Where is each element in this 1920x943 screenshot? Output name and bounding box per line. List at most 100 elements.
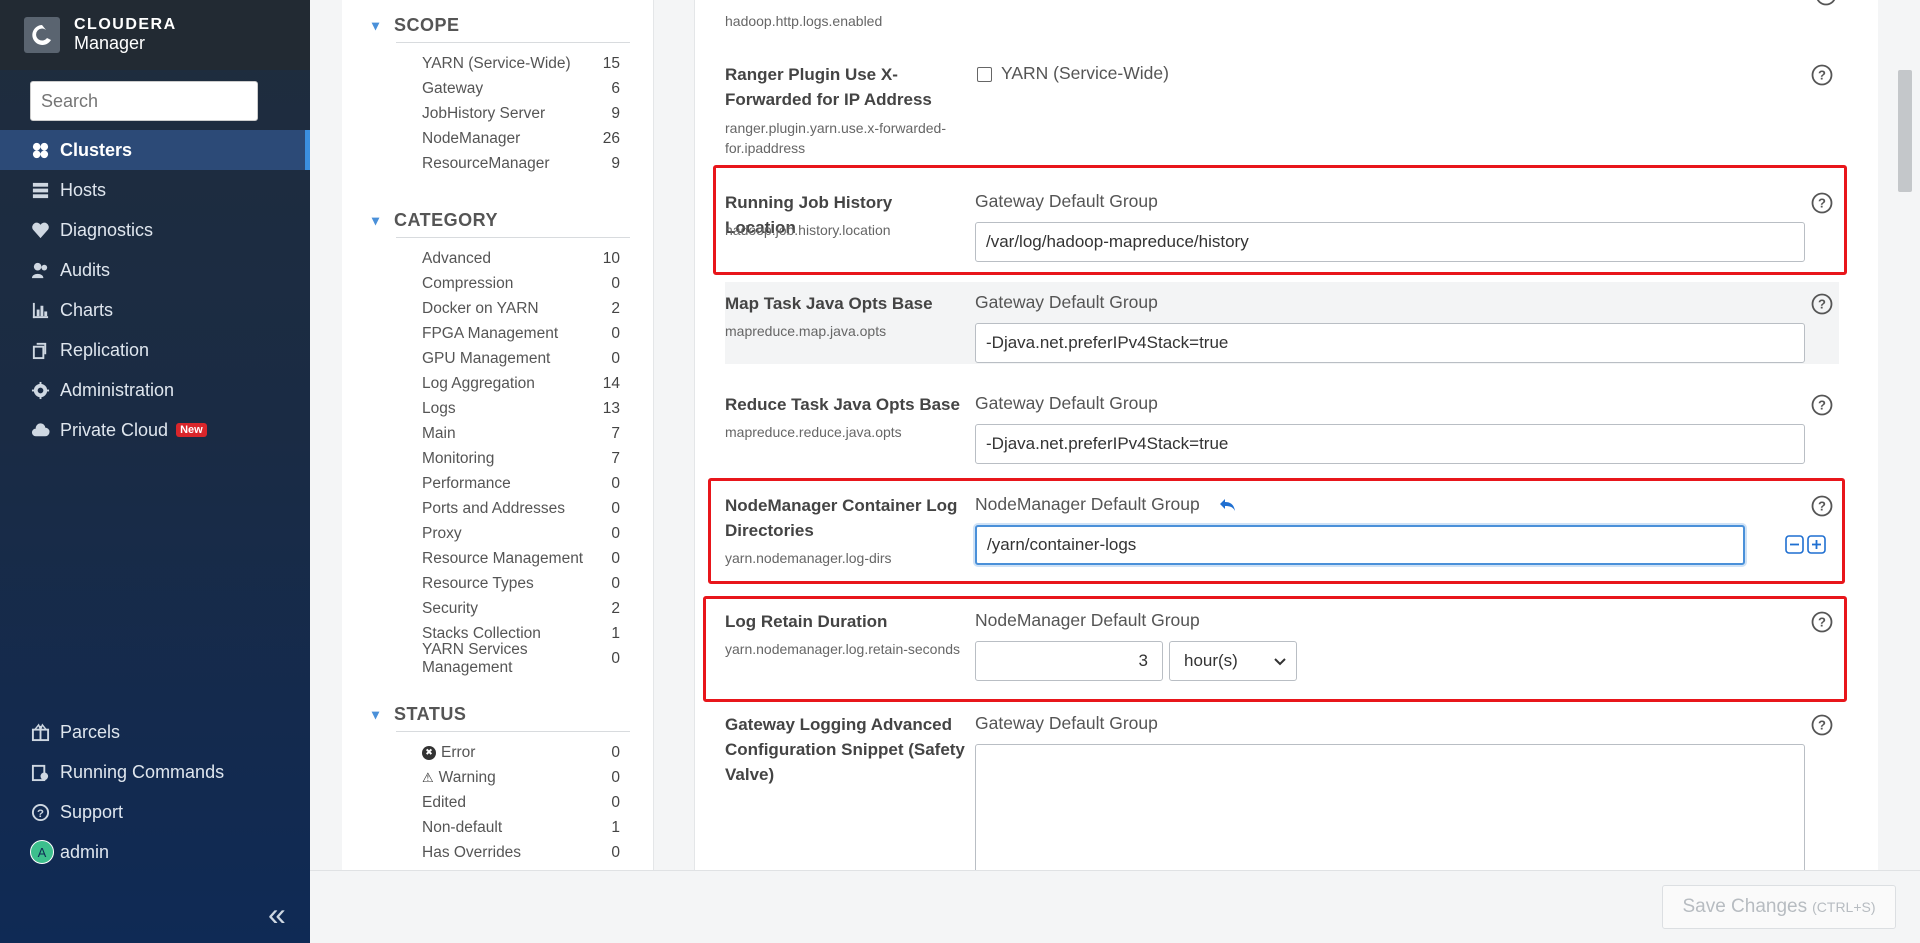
scope-filter-row[interactable]: YARN (Service-Wide) 15 (342, 51, 653, 76)
ranger-xff-checkbox[interactable] (977, 67, 992, 82)
category-filter-row[interactable]: Compression 0 (342, 271, 653, 296)
help-icon[interactable]: ? (1811, 192, 1833, 214)
filter-label-wrap: Resource Management (422, 550, 583, 568)
scope-filter-row[interactable]: ResourceManager 9 (342, 151, 653, 176)
category-filter-row[interactable]: Log Aggregation 14 (342, 371, 653, 396)
scope-filter-row[interactable]: JobHistory Server 9 (342, 101, 653, 126)
config-key: yarn.nodemanager.log.retain-seconds (725, 641, 961, 657)
scrollbar-thumb[interactable] (1898, 70, 1912, 192)
filter-count: 7 (611, 424, 620, 442)
remove-value-icon[interactable] (1785, 535, 1804, 554)
collapse-sidebar-icon[interactable]: « (268, 898, 286, 930)
category-filter-row[interactable]: Ports and Addresses 0 (342, 496, 653, 521)
help-icon[interactable] (1815, 0, 1837, 6)
category-filter-row[interactable]: FPGA Management 0 (342, 321, 653, 346)
search-input[interactable] (30, 81, 258, 121)
nav-label: Clusters (60, 139, 133, 160)
filter-label: Compression (422, 274, 514, 292)
filter-label-wrap: Non-default (422, 819, 502, 837)
category-filter-row[interactable]: Main 7 (342, 421, 653, 446)
help-icon[interactable]: ? (1811, 714, 1833, 736)
help-icon[interactable]: ? (1811, 394, 1833, 416)
status-filter-header[interactable]: ▾ STATUS (342, 701, 653, 727)
category-filter-row[interactable]: YARN Services Management 0 (342, 641, 653, 676)
add-value-icon[interactable] (1807, 535, 1826, 554)
nav-label: Private Cloud (60, 419, 169, 440)
svg-text:?: ? (1818, 615, 1826, 630)
replication-icon (30, 340, 50, 360)
nav-label: Hosts (60, 179, 107, 200)
config-scope: Gateway Default Group (975, 393, 1158, 413)
nav-item-parcels[interactable]: Parcels (0, 712, 310, 752)
scope-filter-row[interactable]: Gateway 6 (342, 76, 653, 101)
status-filter-row[interactable]: ✖ Error 0 (342, 740, 653, 765)
brand[interactable]: CLOUDERA Manager (0, 0, 310, 70)
nav-item-diagnostics[interactable]: Diagnostics (0, 210, 310, 250)
error-icon: ✖ (422, 745, 436, 760)
filter-label: Gateway (422, 79, 484, 97)
nav-item-replication[interactable]: Replication (0, 330, 310, 370)
category-filter-row[interactable]: Performance 0 (342, 471, 653, 496)
bottom-bar: Save Changes (CTRL+S) (310, 870, 1920, 943)
category-filter-header[interactable]: ▾ CATEGORY (342, 207, 653, 233)
help-icon[interactable]: ? (1811, 64, 1833, 86)
filter-label-wrap: Monitoring (422, 450, 494, 468)
nav-label: Running Commands (60, 761, 225, 782)
filter-label-wrap: YARN Services Management (422, 641, 611, 677)
nm-log-dirs-input[interactable] (975, 525, 1745, 565)
category-filter-row[interactable]: Resource Types 0 (342, 571, 653, 596)
undo-icon[interactable] (1219, 497, 1237, 513)
config-scope: Gateway Default Group (975, 292, 1158, 312)
gateway-logging-snippet-textarea[interactable] (975, 744, 1805, 870)
nav-item-audits[interactable]: Audits (0, 250, 310, 290)
job-history-location-input[interactable] (975, 222, 1805, 262)
config-title: Log Retain Duration (725, 612, 888, 631)
filter-label-wrap: YARN (Service-Wide) (422, 55, 571, 73)
nav-item-admin-user[interactable]: A admin (0, 832, 310, 872)
scope-filter-header[interactable]: ▾ SCOPE (342, 12, 653, 38)
status-filter-row[interactable]: Non-default 1 (342, 815, 653, 840)
filter-count: 13 (602, 399, 620, 417)
log-retain-value-input[interactable] (975, 641, 1163, 681)
save-changes-button[interactable]: Save Changes (CTRL+S) (1662, 885, 1896, 929)
map-java-opts-input[interactable] (975, 323, 1805, 363)
config-title: Ranger Plugin Use X-Forwarded for IP Add… (725, 65, 932, 109)
filter-label: Performance (422, 474, 511, 492)
reduce-java-opts-input[interactable] (975, 424, 1805, 464)
filter-label: ResourceManager (422, 154, 550, 172)
filter-count: 0 (611, 274, 620, 292)
help-icon[interactable]: ? (1811, 495, 1833, 517)
help-icon[interactable]: ? (1811, 611, 1833, 633)
category-filter-row[interactable]: Docker on YARN 2 (342, 296, 653, 321)
config-scope: Gateway Default Group (975, 191, 1158, 211)
scope-filter-row[interactable]: NodeManager 26 (342, 126, 653, 151)
category-filter-row[interactable]: Security 2 (342, 596, 653, 621)
category-filter-row[interactable]: Monitoring 7 (342, 446, 653, 471)
nav-label: Audits (60, 259, 111, 280)
filter-count: 0 (611, 574, 620, 592)
nav-item-administration[interactable]: Administration (0, 370, 310, 410)
content-area: ▾ SCOPE YARN (Service-Wide) 15 Gateway 6 Job… (310, 0, 1920, 943)
nav-item-support[interactable]: ? Support (0, 792, 310, 832)
config-key: ranger.plugin.yarn.use.x-forwarded-for.i… (725, 120, 947, 156)
log-retain-unit-select[interactable]: hour(s) (1169, 641, 1297, 681)
config-list: hadoop.http.logs.enabled Ranger Plugin U… (694, 0, 1878, 870)
nav-item-running-commands[interactable]: Running Commands (0, 752, 310, 792)
nav-item-clusters[interactable]: Clusters (0, 130, 310, 170)
category-filter-row[interactable]: Proxy 0 (342, 521, 653, 546)
category-filter-row[interactable]: Resource Management 0 (342, 546, 653, 571)
filter-label: Advanced (422, 249, 491, 267)
category-filter-row[interactable]: Logs 13 (342, 396, 653, 421)
category-filter-row[interactable]: Advanced 10 (342, 246, 653, 271)
help-icon[interactable]: ? (1811, 293, 1833, 315)
nav-item-charts[interactable]: Charts (0, 290, 310, 330)
status-filter-row[interactable]: ⚠ Warning 0 (342, 765, 653, 790)
status-filter-row[interactable]: Has Overrides 0 (342, 840, 653, 865)
filter-count: 10 (602, 249, 620, 267)
category-filter-row[interactable]: GPU Management 0 (342, 346, 653, 371)
audits-icon (30, 260, 50, 280)
status-filter-row[interactable]: Edited 0 (342, 790, 653, 815)
nav-item-hosts[interactable]: Hosts (0, 170, 310, 210)
nav-item-private-cloud[interactable]: Private Cloud New (0, 410, 310, 450)
scrollbar[interactable] (1890, 0, 1920, 870)
